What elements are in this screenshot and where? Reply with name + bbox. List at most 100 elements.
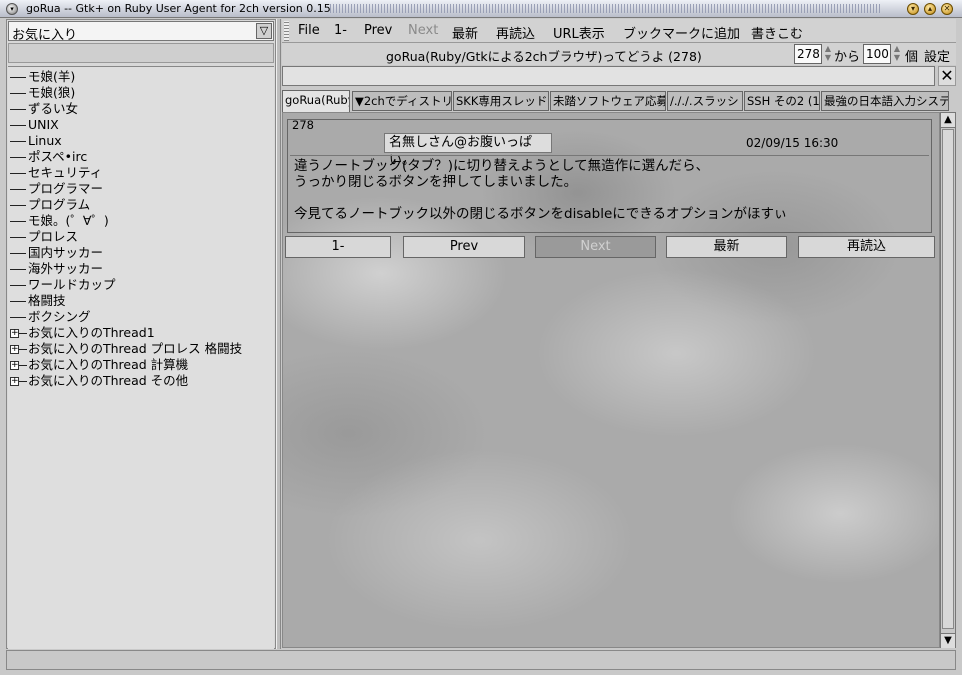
bookmark-filter-field[interactable] xyxy=(8,43,274,63)
expand-icon[interactable]: + xyxy=(10,329,19,338)
tree-item-label: UNIX xyxy=(28,117,59,132)
toolbar-grip[interactable] xyxy=(284,21,289,41)
tree-item-label: お気に入りのThread1 xyxy=(28,325,155,340)
tab-ssh[interactable]: SSH その2 (1 xyxy=(744,91,820,111)
tree-item-label: ずるい女 xyxy=(28,101,79,116)
tree-item[interactable]: プロレス xyxy=(10,229,78,245)
post-nav: 1- Prev Next 最新 再読込 xyxy=(285,236,935,258)
tree-folder[interactable]: + お気に入りのThread プロレス 格闘技 xyxy=(10,341,242,357)
pane-splitter[interactable] xyxy=(276,19,281,649)
tree-item[interactable]: セキュリティ xyxy=(10,165,102,181)
scroll-down-icon[interactable]: ▼ xyxy=(941,633,955,648)
tree-connector xyxy=(10,317,26,318)
tab-slashdot[interactable]: /././.スラッシ xyxy=(667,91,743,111)
latest-button[interactable]: 最新 xyxy=(666,236,787,258)
tree-folder[interactable]: + お気に入りのThread その他 xyxy=(10,373,188,389)
thread-tabs: goRua(Ruby ▼2chでディストリ SKK専用スレッド 未踏ソフトウェア… xyxy=(282,90,956,112)
reload-button[interactable]: 再読込 xyxy=(798,236,935,258)
spinner-arrows-icon[interactable]: ▲ ▼ xyxy=(823,44,833,64)
tree-item-label: 格闘技 xyxy=(28,293,66,308)
spinner-arrows-icon[interactable]: ▲ ▼ xyxy=(892,44,902,64)
tree-folder[interactable]: + お気に入りのThread1 xyxy=(10,325,155,341)
tree-item[interactable]: プログラム xyxy=(10,197,90,213)
close-tab-icon[interactable]: ✕ xyxy=(938,66,956,86)
tree-item[interactable]: UNIX xyxy=(10,117,59,133)
tree-item[interactable]: ワールドカップ xyxy=(10,277,116,293)
tree-item[interactable]: ボクシング xyxy=(10,309,91,325)
tree-item[interactable]: 国内サッカー xyxy=(10,245,103,261)
address-input[interactable] xyxy=(282,66,935,86)
chevron-down-icon[interactable]: ▽ xyxy=(256,23,272,39)
tree-item[interactable]: モ娘。(゜∀゜) xyxy=(10,213,109,229)
tree-item[interactable]: Linux xyxy=(10,133,62,149)
close-icon[interactable]: ✕ xyxy=(941,3,953,15)
menu-first[interactable]: 1- xyxy=(334,23,347,38)
post-number: 278 xyxy=(292,118,314,132)
tree-item[interactable]: ずるい女 xyxy=(10,101,78,117)
menu-next[interactable]: Next xyxy=(408,23,438,38)
tab-gorua[interactable]: goRua(Ruby xyxy=(282,90,350,112)
tree-connector xyxy=(10,125,26,126)
thread-title: goRua(Ruby/Gtkによる2chブラウザ)ってどうよ (278) xyxy=(386,49,702,64)
maximize-icon[interactable]: ▴ xyxy=(924,3,936,15)
tree-item[interactable]: 海外サッカー xyxy=(10,261,103,277)
tree-connector xyxy=(10,269,26,270)
tree-item[interactable]: 格闘技 xyxy=(10,293,66,309)
count-label: 個 xyxy=(905,50,919,65)
bookmark-combo-value: お気に入り xyxy=(12,28,78,43)
count-spinner[interactable]: 100 xyxy=(863,44,891,64)
tree-item-label: セキュリティ xyxy=(28,165,103,180)
settings-button[interactable]: 設定 xyxy=(924,46,950,65)
tree-item[interactable]: モ娘(狼) xyxy=(10,85,75,101)
expand-icon[interactable]: + xyxy=(10,361,19,370)
thread-scrollbar[interactable]: ▲ ▼ xyxy=(940,112,956,648)
tab-japanese-input[interactable]: 最強の日本語入力システ xyxy=(821,91,949,111)
address-row: ✕ xyxy=(282,66,956,88)
tree-item[interactable]: プログラマー xyxy=(10,181,103,197)
menu-reload[interactable]: 再読込 xyxy=(496,23,535,42)
bookmark-tree: モ娘(羊) モ娘(狼) ずるい女 UNIX Linux ポスペ•irc セキュリティ プログラ… xyxy=(8,66,274,649)
prev-button[interactable]: Prev xyxy=(403,236,525,258)
tree-item-label: 海外サッカー xyxy=(28,261,104,276)
post-author-button[interactable]: 名無しさん@お腹いっぱい。 xyxy=(384,133,552,168)
tree-item-label: モ娘(狼) xyxy=(28,85,76,100)
menu-show-url[interactable]: URL表示 xyxy=(553,23,605,42)
post-line: 今見てるノートブック以外の閉じるボタンをdisableにできるオプションがほすぃ xyxy=(294,206,788,222)
tree-item-label: ワールドカップ xyxy=(28,277,116,292)
tab-2ch-distro[interactable]: ▼2chでディストリ xyxy=(352,91,452,111)
tab-mitou[interactable]: 未踏ソフトウェア応募 xyxy=(550,91,666,111)
from-spinner[interactable]: 278 xyxy=(794,44,822,64)
expand-icon[interactable]: + xyxy=(10,345,19,354)
from-label: から xyxy=(834,50,861,65)
tree-connector xyxy=(10,285,26,286)
minimize-icon[interactable]: ▾ xyxy=(907,3,919,15)
tree-item[interactable]: モ娘(羊) xyxy=(10,69,75,85)
tree-item-label: Linux xyxy=(28,133,62,148)
next-button[interactable]: Next xyxy=(535,236,656,258)
bookmark-combo[interactable]: お気に入り ▽ xyxy=(8,21,274,43)
tree-item-label: 国内サッカー xyxy=(28,245,104,260)
menu-latest[interactable]: 最新 xyxy=(452,23,478,42)
tree-connector xyxy=(19,349,27,350)
menu-file[interactable]: File xyxy=(298,23,320,38)
tree-item[interactable]: ポスペ•irc xyxy=(10,149,87,165)
menu-write[interactable]: 書きこむ xyxy=(751,23,803,42)
tab-skk[interactable]: SKK専用スレッド xyxy=(453,91,549,111)
tree-connector xyxy=(10,189,26,190)
window-titlebar[interactable]: ▾ goRua -- Gtk+ on Ruby User Agent for 2… xyxy=(0,0,962,18)
tree-connector xyxy=(10,109,26,110)
tree-folder[interactable]: + お気に入りのThread 計算機 xyxy=(10,357,188,373)
menu-add-bookmark[interactable]: ブックマークに追加 xyxy=(623,23,740,42)
tree-connector xyxy=(10,221,26,222)
thread-view[interactable]: 278 名無しさん@お腹いっぱい。 02/09/15 16:30 違うノートブッ… xyxy=(282,112,940,648)
expand-icon[interactable]: + xyxy=(10,377,19,386)
menu-prev[interactable]: Prev xyxy=(364,23,392,38)
menu-bar: File 1- Prev Next 最新 再読込 URL表示 ブックマークに追加… xyxy=(282,19,956,43)
scroll-up-icon[interactable]: ▲ xyxy=(941,113,955,128)
scroll-thumb[interactable] xyxy=(942,129,954,629)
tree-connector xyxy=(10,253,26,254)
first-button[interactable]: 1- xyxy=(285,236,391,258)
post-line xyxy=(294,190,925,206)
tree-item-label: ポスペ•irc xyxy=(28,149,88,164)
window-menu-icon[interactable]: ▾ xyxy=(6,3,18,15)
